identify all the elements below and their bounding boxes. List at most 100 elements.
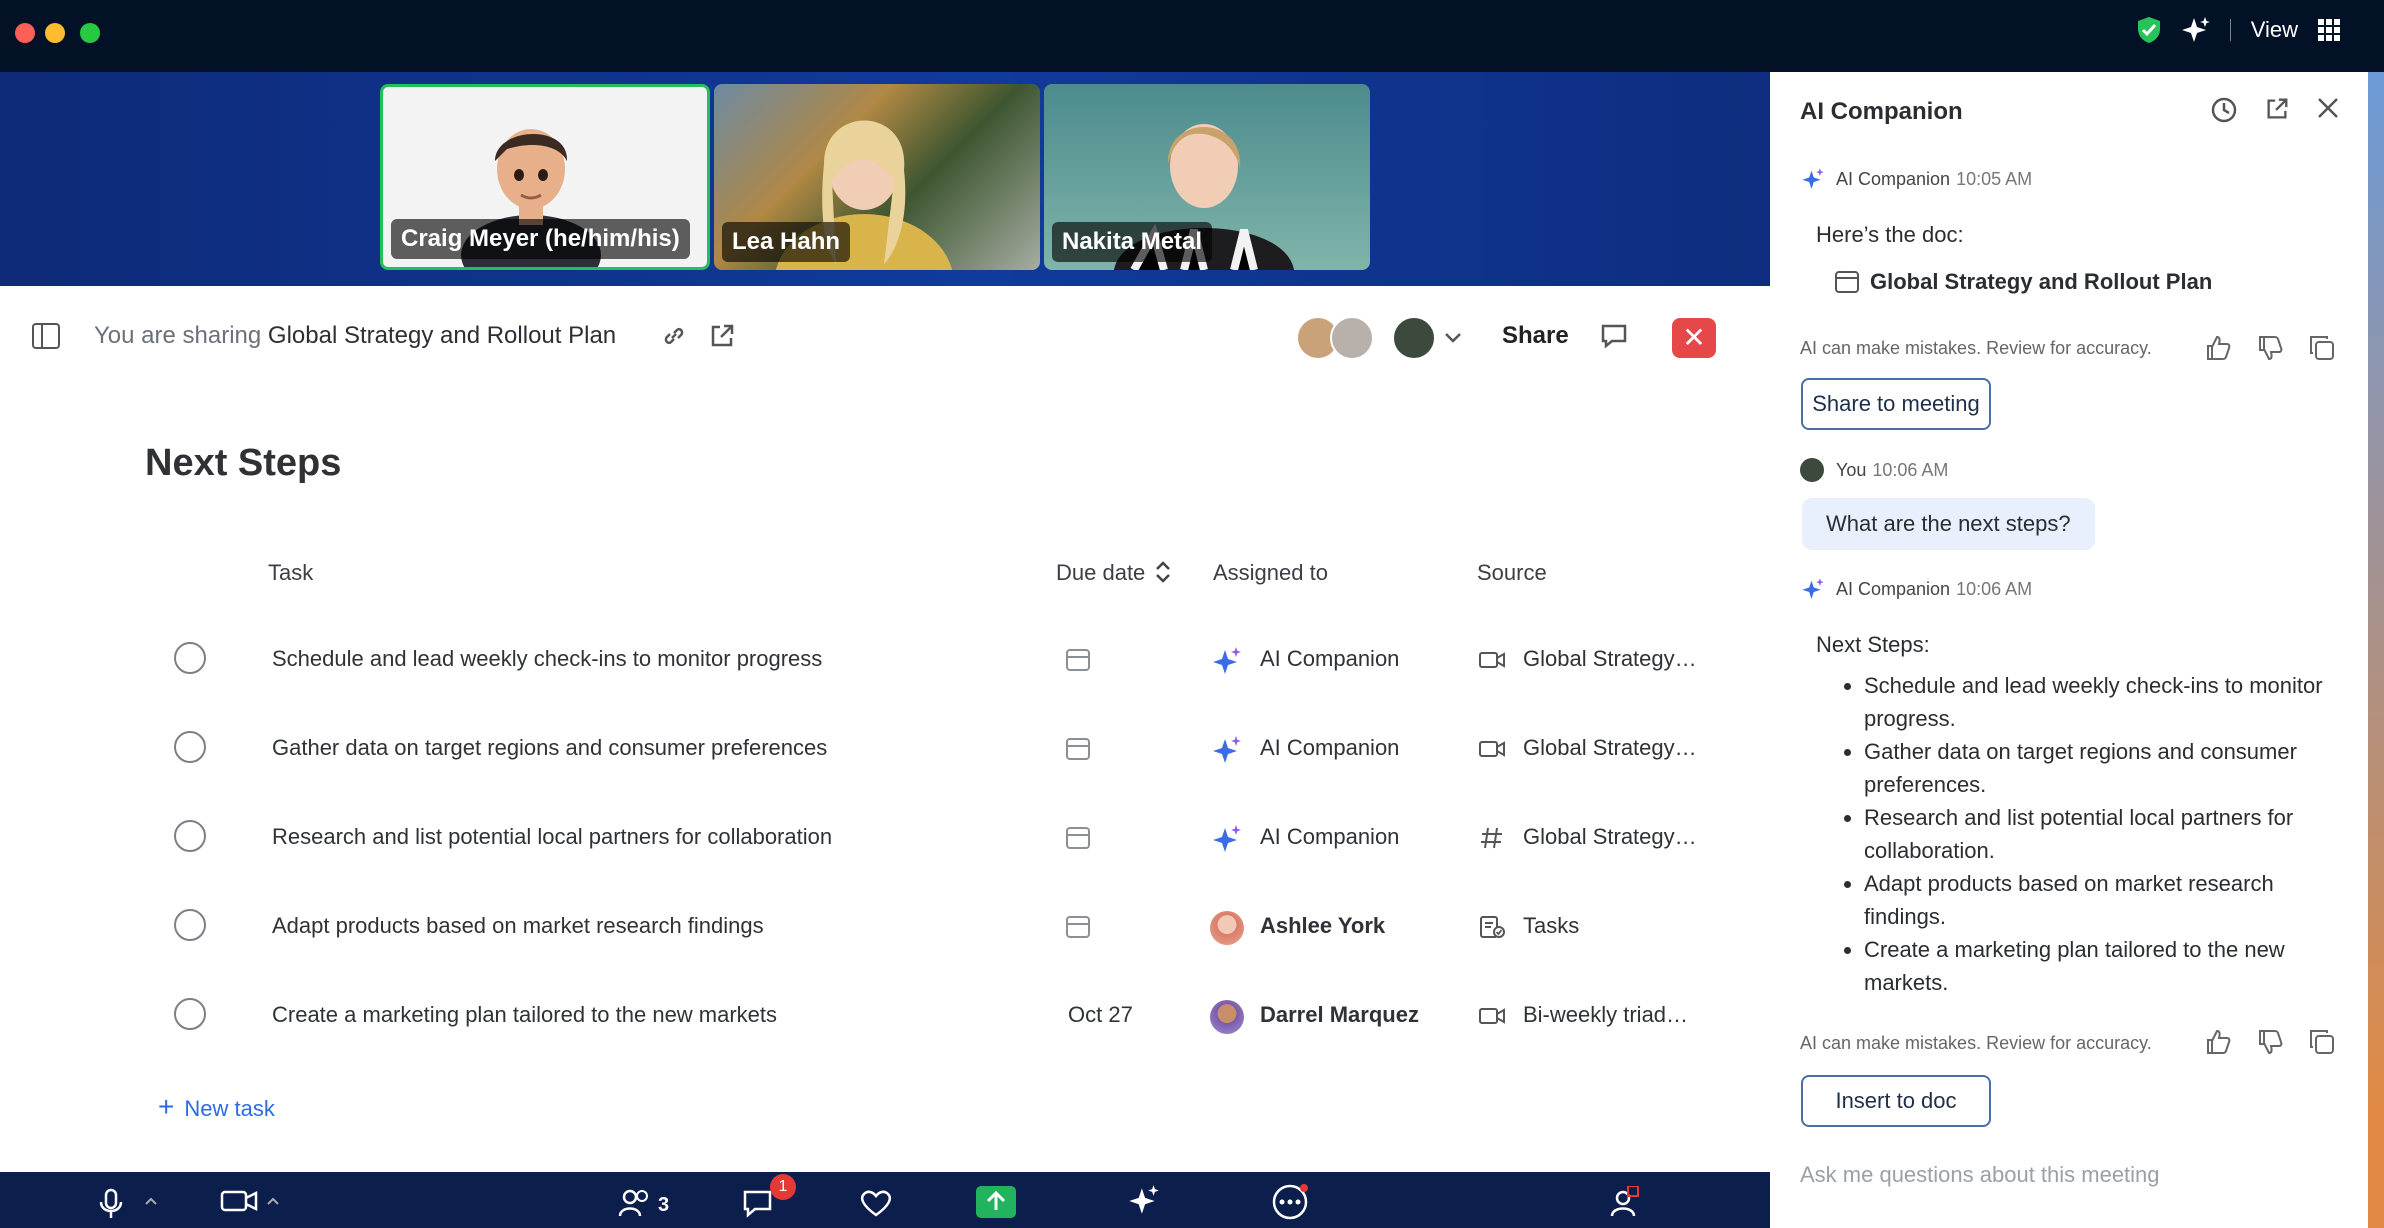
timestamp: 10:06 AM: [1956, 579, 2033, 599]
comment-icon[interactable]: [1600, 322, 1628, 350]
video-stage: Craig Meyer (he/him/his) Lea Hahn Nakita…: [0, 72, 1770, 286]
view-button-label[interactable]: View: [2251, 17, 2298, 43]
table-row[interactable]: Gather data on target regions and consum…: [0, 705, 1770, 793]
thumbs-up-icon[interactable]: [2204, 334, 2232, 362]
share-to-meeting-button[interactable]: Share to meeting: [1801, 378, 1991, 430]
table-row[interactable]: Schedule and lead weekly check-ins to mo…: [0, 616, 1770, 704]
calendar-add-icon[interactable]: [1066, 827, 1090, 849]
divider: [2229, 19, 2231, 41]
history-icon[interactable]: [2210, 96, 2238, 124]
assignee-name[interactable]: Darrel Marquez: [1260, 1002, 1419, 1028]
meeting-toolbar: 3 1: [0, 1172, 1770, 1228]
calendar-add-icon[interactable]: [1066, 916, 1090, 938]
source-link[interactable]: Bi-weekly triad…: [1523, 1002, 1688, 1028]
avatar[interactable]: [1330, 316, 1374, 360]
column-header-assigned-to[interactable]: Assigned to: [1213, 560, 1328, 586]
task-title[interactable]: Gather data on target regions and consum…: [272, 735, 827, 761]
task-title[interactable]: Create a marketing plan tailored to the …: [272, 1002, 777, 1028]
assignee-name[interactable]: AI Companion: [1260, 646, 1399, 672]
open-external-icon[interactable]: [2264, 96, 2290, 122]
task-checkbox[interactable]: [174, 998, 206, 1030]
ai-sparkle-icon[interactable]: [2181, 16, 2210, 44]
ai-companion-panel: AI Companion AI Companion 10:05 AM Here’s…: [1770, 72, 2368, 1228]
close-window-button[interactable]: [15, 23, 35, 43]
share-screen-icon[interactable]: [976, 1186, 1016, 1218]
link-icon[interactable]: [660, 322, 688, 350]
microphone-icon[interactable]: [98, 1188, 124, 1218]
top-right-controls: View: [2136, 16, 2340, 44]
more-icon[interactable]: [1270, 1184, 1310, 1220]
assignee-name[interactable]: AI Companion: [1260, 824, 1399, 850]
task-title[interactable]: Research and list potential local partne…: [272, 824, 832, 850]
sort-icon[interactable]: [1154, 560, 1172, 584]
reactions-heart-icon[interactable]: [858, 1188, 894, 1218]
avatar: [1210, 911, 1244, 945]
due-date[interactable]: Oct 27: [1068, 1002, 1133, 1028]
assignee-name[interactable]: AI Companion: [1260, 735, 1399, 761]
share-button[interactable]: Share: [1502, 322, 1569, 350]
shared-doc-title: Global Strategy and Rollout Plan: [267, 322, 617, 349]
ai-sparkle-icon: [1802, 168, 1824, 189]
task-title[interactable]: Schedule and lead weekly check-ins to mo…: [272, 646, 822, 672]
participant-tile[interactable]: Nakita Metal: [1044, 84, 1370, 270]
thumbs-up-icon[interactable]: [2204, 1028, 2232, 1056]
close-icon[interactable]: [2316, 96, 2340, 120]
accuracy-warning: AI can make mistakes. Review for accurac…: [1800, 338, 2152, 358]
copy-icon[interactable]: [2308, 1028, 2336, 1056]
new-task-button[interactable]: + New task: [158, 1091, 275, 1123]
calendar-add-icon[interactable]: [1066, 738, 1090, 760]
doc-link[interactable]: Global Strategy and Rollout Plan: [1870, 269, 2212, 295]
column-header-source[interactable]: Source: [1477, 560, 1547, 586]
ai-companion-icon[interactable]: [1124, 1182, 1164, 1218]
minimize-window-button[interactable]: [45, 23, 65, 43]
insert-to-doc-button[interactable]: Insert to doc: [1801, 1075, 1991, 1127]
source-link[interactable]: Global Strategy…: [1523, 735, 1697, 761]
next-steps-message: Next Steps: Schedule and lead weekly che…: [1816, 628, 2336, 999]
avatar[interactable]: [1392, 316, 1436, 360]
video-icon: [1479, 1008, 1505, 1024]
participants-icon[interactable]: [618, 1188, 652, 1218]
column-header-task[interactable]: Task: [268, 560, 313, 586]
open-external-icon[interactable]: [708, 322, 736, 350]
calendar-add-icon[interactable]: [1066, 649, 1090, 671]
calendar-icon: [1835, 271, 1859, 293]
task-checkbox[interactable]: [174, 642, 206, 674]
participant-tile[interactable]: Lea Hahn: [714, 84, 1040, 270]
column-header-due-date[interactable]: Due date: [1056, 560, 1145, 586]
source-link[interactable]: Tasks: [1523, 913, 1579, 939]
table-row[interactable]: Adapt products based on market research …: [0, 883, 1770, 971]
sidebar-toggle-icon[interactable]: [32, 323, 60, 349]
chevron-up-icon[interactable]: [266, 1196, 280, 1206]
task-checkbox[interactable]: [174, 909, 206, 941]
participant-name: Craig Meyer (he/him/his): [391, 219, 690, 259]
timestamp: 10:05 AM: [1956, 169, 2033, 189]
next-steps-list: Schedule and lead weekly check-ins to mo…: [1816, 669, 2336, 999]
chevron-up-icon[interactable]: [144, 1196, 158, 1206]
shield-check-icon[interactable]: [2136, 16, 2162, 44]
task-title[interactable]: Adapt products based on market research …: [272, 913, 764, 939]
table-row[interactable]: Research and list potential local partne…: [0, 794, 1770, 882]
task-checkbox[interactable]: [174, 731, 206, 763]
table-row[interactable]: Create a marketing plan tailored to the …: [0, 972, 1770, 1060]
avatar: [1210, 1000, 1244, 1034]
participant-tile[interactable]: Craig Meyer (he/him/his): [380, 84, 710, 270]
source-link[interactable]: Global Strategy…: [1523, 646, 1697, 672]
close-icon: ✕: [1682, 322, 1706, 353]
thumbs-down-icon[interactable]: [2256, 1028, 2284, 1056]
source-link[interactable]: Global Strategy…: [1523, 824, 1697, 850]
chevron-down-icon[interactable]: [1444, 332, 1462, 344]
copy-icon[interactable]: [2308, 334, 2336, 362]
fullscreen-window-button[interactable]: [80, 23, 100, 43]
assignee-name[interactable]: Ashlee York: [1260, 913, 1385, 939]
grid-view-icon[interactable]: [2318, 19, 2340, 41]
task-checkbox[interactable]: [174, 820, 206, 852]
video-camera-icon[interactable]: [220, 1188, 258, 1214]
thumbs-down-icon[interactable]: [2256, 334, 2284, 362]
panel-title: AI Companion: [1800, 98, 1963, 125]
ask-input[interactable]: Ask me questions about this meeting: [1800, 1162, 2160, 1188]
apps-icon[interactable]: [1606, 1186, 1640, 1218]
participant-name: Nakita Metal: [1052, 222, 1213, 262]
message-meta: AI Companion 10:06 AM: [1836, 579, 2032, 600]
desktop-background: [2368, 72, 2384, 1228]
stop-sharing-button[interactable]: ✕: [1672, 318, 1716, 358]
